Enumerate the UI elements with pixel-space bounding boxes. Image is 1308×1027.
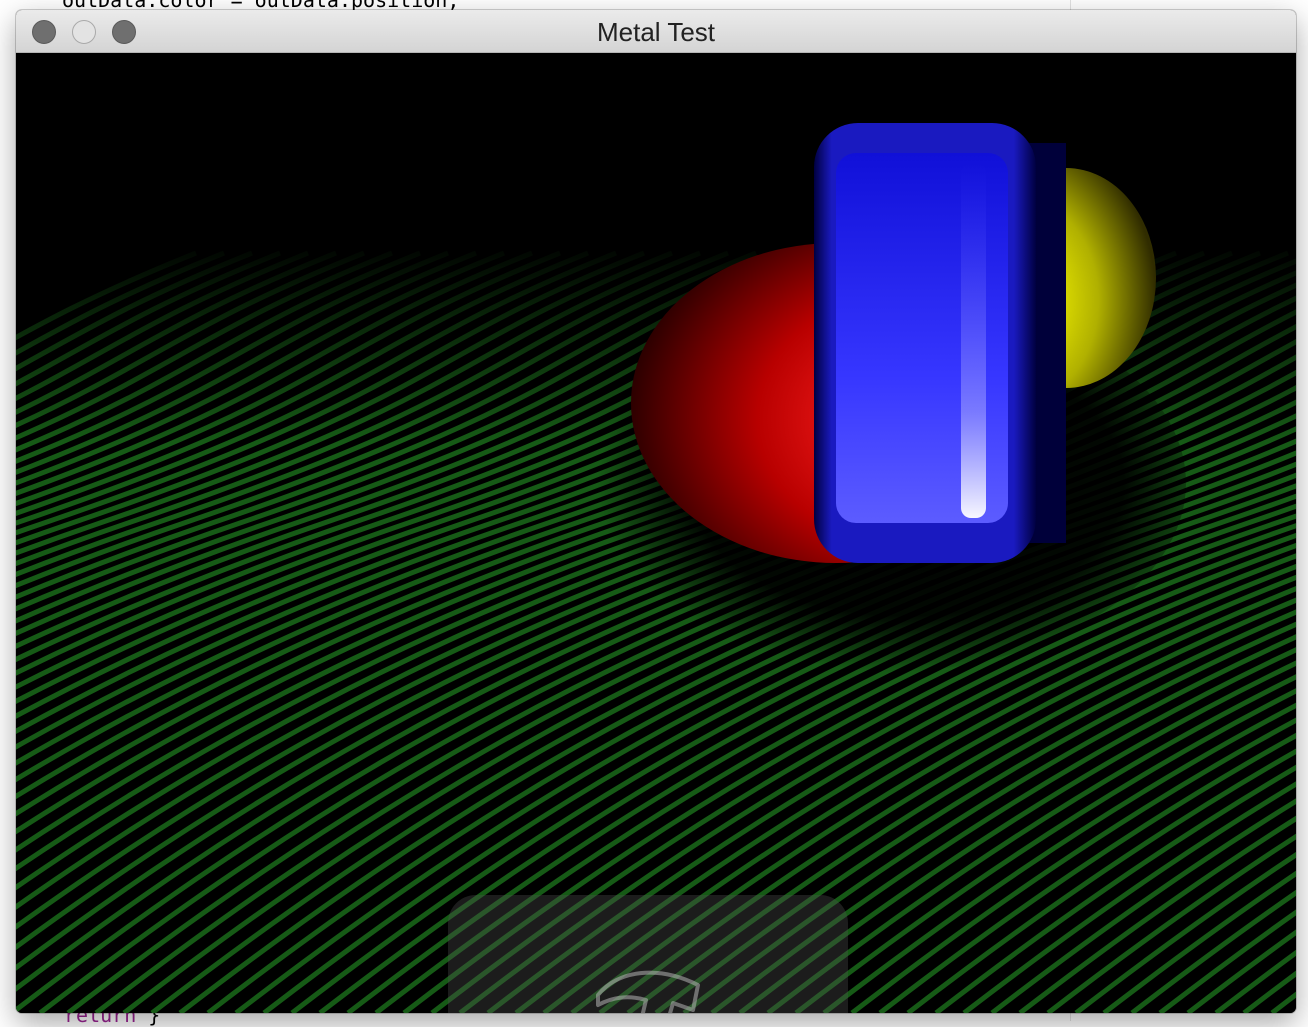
metal-render-viewport[interactable] (16, 53, 1296, 1013)
zoom-button[interactable] (112, 20, 136, 44)
window-titlebar[interactable]: Metal Test (16, 10, 1296, 53)
window-title: Metal Test (596, 17, 715, 47)
blue-box-highlight (961, 163, 986, 518)
build-status-hud (448, 895, 848, 1013)
rendered-scene (16, 53, 1296, 1013)
metal-test-window: Metal Test (16, 10, 1296, 1013)
minimize-button[interactable] (72, 20, 96, 44)
close-button[interactable] (32, 20, 56, 44)
hammer-icon (596, 970, 700, 1013)
